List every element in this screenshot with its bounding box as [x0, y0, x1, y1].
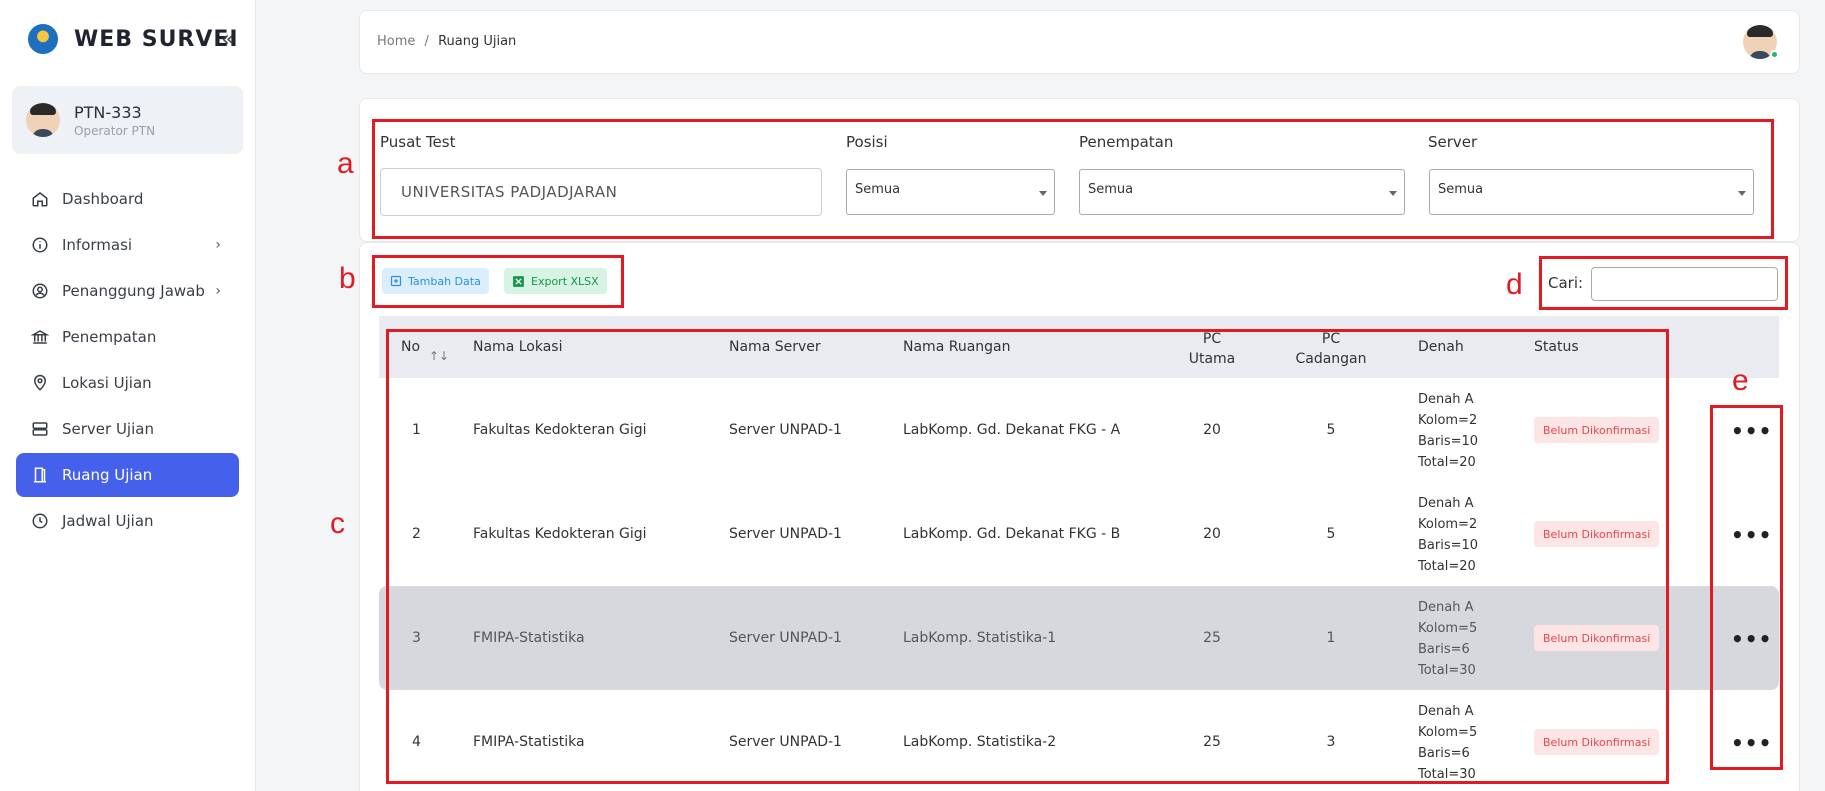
user-circle-icon [30, 281, 50, 301]
sidebar-nav: Dashboard Informasi › Penanggung Jawab ›… [16, 177, 239, 545]
annotation-label-e: e [1732, 364, 1749, 397]
breadcrumb: Home / Ruang Ujian [377, 34, 516, 49]
annotation-label-c: c [330, 507, 345, 540]
door-icon [30, 465, 50, 485]
annotation-label-b: b [339, 262, 356, 295]
user-name: PTN-333 [74, 102, 142, 122]
sidebar-item-server-ujian[interactable]: Server Ujian [16, 407, 239, 451]
chevron-right-icon: › [215, 283, 221, 299]
sidebar-item-label: Informasi [62, 236, 133, 254]
sidebar-item-jadwal-ujian[interactable]: Jadwal Ujian [16, 499, 239, 543]
clock-icon [30, 511, 50, 531]
chevron-right-icon: › [215, 237, 221, 253]
server-icon [30, 419, 50, 439]
header-bar: Home / Ruang Ujian [359, 10, 1800, 74]
sidebar-item-label: Dashboard [62, 190, 144, 208]
profile-avatar[interactable] [1743, 25, 1779, 59]
user-card: PTN-333 Operator PTN [12, 86, 243, 154]
home-icon [30, 189, 50, 209]
breadcrumb-home[interactable]: Home [377, 34, 415, 49]
sidebar-item-dashboard[interactable]: Dashboard [16, 177, 239, 221]
sidebar-item-ruang-ujian[interactable]: Ruang Ujian [16, 453, 239, 497]
annotation-box-e [1710, 405, 1783, 770]
brand[interactable]: WEB SURVEI [28, 24, 239, 54]
annotation-box-b [372, 255, 624, 308]
chevrons-left-icon[interactable]: « [221, 27, 234, 52]
sidebar: WEB SURVEI « PTN-333 Operator PTN Dashbo… [0, 0, 256, 791]
user-role: Operator PTN [74, 123, 156, 138]
sidebar-item-lokasi-ujian[interactable]: Lokasi Ujian [16, 361, 239, 405]
sidebar-item-penempatan[interactable]: Penempatan [16, 315, 239, 359]
logo-icon [28, 24, 58, 54]
sidebar-item-label: Jadwal Ujian [62, 512, 154, 530]
breadcrumb-separator: / [424, 34, 429, 49]
sidebar-item-label: Server Ujian [62, 420, 154, 438]
sidebar-item-penanggung-jawab[interactable]: Penanggung Jawab › [16, 269, 239, 313]
annotation-label-a: a [337, 147, 354, 180]
sidebar-item-informasi[interactable]: Informasi › [16, 223, 239, 267]
sidebar-item-label: Lokasi Ujian [62, 374, 152, 392]
info-icon [30, 235, 50, 255]
bank-icon [30, 327, 50, 347]
breadcrumb-current: Ruang Ujian [438, 34, 517, 49]
annotation-label-d: d [1506, 268, 1523, 301]
app-title: WEB SURVEI [74, 26, 239, 52]
sidebar-item-label: Penempatan [62, 328, 157, 346]
avatar [26, 103, 60, 137]
annotation-box-a [372, 119, 1774, 239]
map-pin-icon [30, 373, 50, 393]
sidebar-item-label: Ruang Ujian [62, 466, 153, 484]
sidebar-item-label: Penanggung Jawab [62, 282, 205, 300]
online-status-dot [1770, 50, 1779, 59]
annotation-box-c [386, 329, 1669, 784]
annotation-box-d [1539, 256, 1788, 310]
